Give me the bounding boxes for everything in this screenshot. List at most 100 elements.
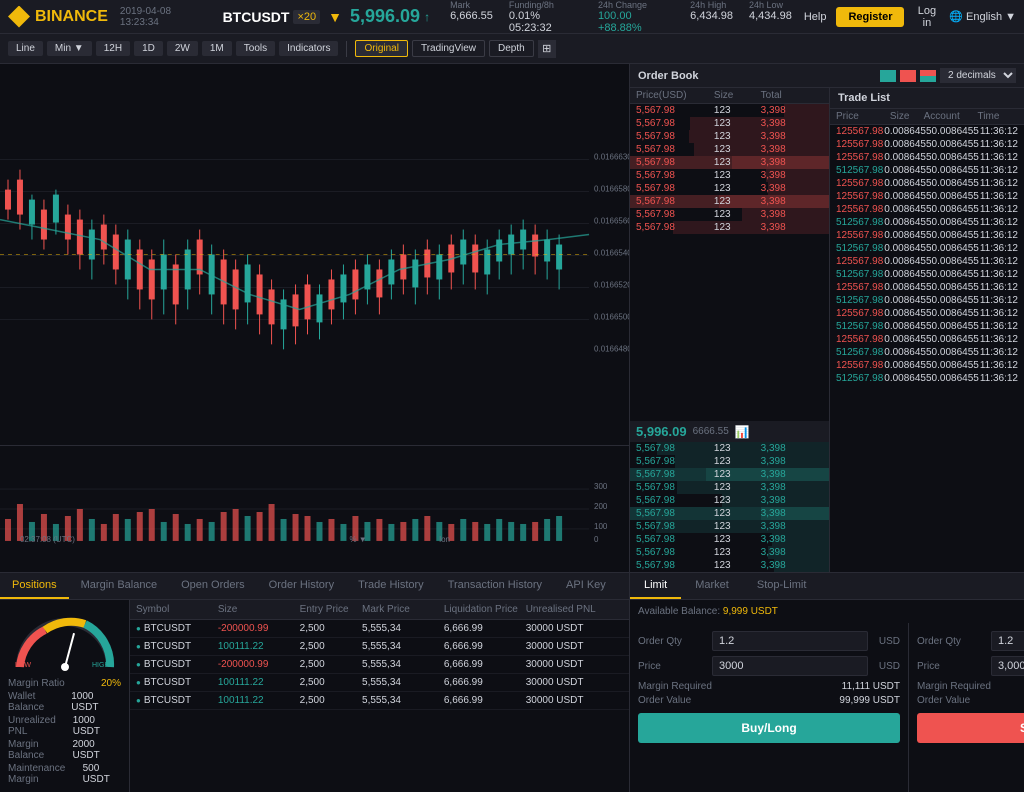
register-button[interactable]: Register bbox=[836, 7, 904, 27]
sell-qty-input[interactable] bbox=[991, 631, 1024, 651]
depth-button[interactable]: Depth bbox=[489, 40, 534, 57]
ob-bid-row[interactable]: 5,567.98 123 3,398 bbox=[630, 507, 829, 520]
tl-row: 512567.98 0.0086455 0.0086455 11:36:12 bbox=[830, 164, 1024, 177]
order-book-header: Order Book 2 decimals bbox=[630, 64, 1024, 88]
globe-icon: 🌐 bbox=[949, 10, 963, 23]
expand-icon[interactable]: ⊞ bbox=[538, 40, 556, 58]
ob-ask-row[interactable]: 5,567.98 123 3,398 bbox=[630, 195, 829, 208]
mark-stat: Mark 6,666.55 bbox=[450, 0, 493, 34]
low-stat: 24h Low 4,434.98 bbox=[749, 0, 792, 34]
svg-text:0.01665800: 0.01665800 bbox=[594, 185, 629, 194]
bottom-right: LimitMarketStop-Limit Available Balance:… bbox=[630, 573, 1024, 792]
logo-text: BINANCE bbox=[35, 8, 108, 26]
gauge-svg: LOW HIGH bbox=[10, 612, 120, 672]
margin-balance-row: Margin Balance 2000 USDT bbox=[8, 739, 121, 761]
ob-price-header: Price(USD) bbox=[636, 90, 714, 101]
ob-ask-row[interactable]: 5,567.98 123 3,398 bbox=[630, 156, 829, 169]
positions-rows: ●BTCUSDT -200000.99 2,500 5,555,34 6,666… bbox=[130, 620, 629, 710]
order-type-tab-market[interactable]: Market bbox=[681, 573, 743, 599]
ob-ask-row[interactable]: 5,567.98 123 3,398 bbox=[630, 221, 829, 234]
ob-bid-row[interactable]: 5,567.98 123 3,398 bbox=[630, 442, 829, 455]
ob-bid-row[interactable]: 5,567.98 123 3,398 bbox=[630, 559, 829, 572]
positions-left: LOW HIGH Margin Ratio 20% Wallet Balance… bbox=[0, 600, 130, 792]
bottom-tab-api-key[interactable]: API Key bbox=[554, 573, 618, 599]
svg-text:300: 300 bbox=[594, 482, 608, 491]
indicators-button[interactable]: Indicators bbox=[279, 41, 338, 56]
timestamp: 2019-04-08 13:23:34 bbox=[120, 6, 211, 28]
buy-price-input[interactable] bbox=[712, 656, 868, 676]
ob-ask-row[interactable]: 5,567.98 123 3,398 bbox=[630, 104, 829, 117]
order-type-tab-limit[interactable]: Limit bbox=[630, 573, 681, 599]
ob-ask-row[interactable]: 5,567.98 123 3,398 bbox=[630, 208, 829, 221]
tl-time-header: Time bbox=[978, 111, 1018, 122]
1d-button[interactable]: 1D bbox=[134, 41, 163, 56]
decimals-select[interactable]: 2 decimals bbox=[940, 68, 1016, 83]
sell-margin-info: Margin Required 11,111 USDT bbox=[917, 681, 1024, 692]
ob-ask-row[interactable]: 5,567.98 123 3,398 bbox=[630, 182, 829, 195]
order-type-tab-stop-limit[interactable]: Stop-Limit bbox=[743, 573, 821, 599]
order-book: Price(USD) Size Total 5,567.98 123 3,398… bbox=[630, 88, 830, 572]
buy-form: Order Qty USD Price USD Margin Required … bbox=[630, 623, 909, 792]
ob-bid-row[interactable]: 5,567.98 123 3,398 bbox=[630, 481, 829, 494]
sell-price-input[interactable] bbox=[991, 656, 1024, 676]
12h-button[interactable]: 12H bbox=[96, 41, 130, 56]
ob-bid-row[interactable]: 5,567.98 123 3,398 bbox=[630, 533, 829, 546]
ob-ask-row[interactable]: 5,567.98 123 3,398 bbox=[630, 169, 829, 182]
tools-button[interactable]: Tools bbox=[236, 41, 275, 56]
svg-text:0: 0 bbox=[594, 535, 599, 544]
tradingview-button[interactable]: TradingView bbox=[412, 40, 485, 57]
pt-header: Symbol Size Entry Price Mark Price Liqui… bbox=[130, 600, 629, 620]
bottom-tab-order-history[interactable]: Order History bbox=[257, 573, 346, 599]
ob-ask-row[interactable]: 5,567.98 123 3,398 bbox=[630, 143, 829, 156]
chart-toolbar: Line Min ▼ 12H 1D 2W 1M Tools Indicators… bbox=[0, 34, 1024, 64]
bottom-tab-transaction-history[interactable]: Transaction History bbox=[436, 573, 554, 599]
line-type-button[interactable]: Line bbox=[8, 41, 43, 56]
tl-row: 125567.98 0.0086455 0.0086455 11:36:12 bbox=[830, 333, 1024, 346]
bottom-tab-trade-history[interactable]: Trade History bbox=[346, 573, 436, 599]
1m-button[interactable]: 1M bbox=[202, 41, 232, 56]
buy-qty-input[interactable] bbox=[712, 631, 868, 651]
sell-short-button[interactable]: Sell/Short bbox=[917, 713, 1024, 743]
svg-text:HIGH: HIGH bbox=[92, 662, 110, 669]
ob-mid-price: 5,996.09 bbox=[636, 424, 687, 439]
svg-text:100: 100 bbox=[594, 522, 608, 531]
wallet-balance-row: Wallet Balance 1000 USDT bbox=[8, 691, 121, 713]
positions-table-row: ●BTCUSDT 100111.22 2,500 5,555,34 6,666.… bbox=[130, 674, 629, 692]
language-selector[interactable]: 🌐 English ▼ bbox=[949, 10, 1016, 23]
tl-row: 125567.98 0.0086455 0.0086455 11:36:12 bbox=[830, 229, 1024, 242]
ob-view-btn-3[interactable] bbox=[920, 70, 936, 82]
ob-bid-row[interactable]: 5,567.98 123 3,398 bbox=[630, 455, 829, 468]
ob-col-headers: Price(USD) Size Total bbox=[630, 88, 829, 104]
ob-view-btn-1[interactable] bbox=[880, 70, 896, 82]
login-button[interactable]: Log in bbox=[914, 5, 939, 29]
ob-ask-row[interactable]: 5,567.98 123 3,398 bbox=[630, 130, 829, 143]
positions-table-row: ●BTCUSDT 100111.22 2,500 5,555,34 6,666.… bbox=[130, 638, 629, 656]
min-interval-button[interactable]: Min ▼ bbox=[47, 41, 92, 56]
toolbar-separator bbox=[346, 41, 347, 57]
tl-size-header: Size bbox=[890, 111, 924, 122]
svg-text:0.01665000: 0.01665000 bbox=[594, 312, 629, 321]
tl-row: 125567.98 0.0086455 0.0086455 11:36:12 bbox=[830, 151, 1024, 164]
bottom-tab-positions[interactable]: Positions bbox=[0, 573, 69, 599]
tl-row: 125567.98 0.0086455 0.0086455 11:36:12 bbox=[830, 138, 1024, 151]
ob-mid-mark: 6666.55 bbox=[693, 426, 729, 437]
order-forms: Order Qty USD Price USD Margin Required … bbox=[630, 623, 1024, 792]
svg-text:02:37:08 (UTC): 02:37:08 (UTC) bbox=[20, 535, 75, 544]
bottom-tab-open-orders[interactable]: Open Orders bbox=[169, 573, 257, 599]
tl-row: 512567.98 0.0086455 0.0086455 11:36:12 bbox=[830, 372, 1024, 385]
ob-bid-row[interactable]: 5,567.98 123 3,398 bbox=[630, 546, 829, 559]
tl-account-header: Account bbox=[924, 111, 978, 122]
help-button[interactable]: Help bbox=[804, 11, 827, 23]
ob-view-btn-2[interactable] bbox=[900, 70, 916, 82]
2w-button[interactable]: 2W bbox=[167, 41, 198, 56]
ob-bid-row[interactable]: 5,567.98 123 3,398 bbox=[630, 520, 829, 533]
candlestick-chart: 0.01666300 0.01665800 0.01665600 0.01665… bbox=[0, 64, 629, 445]
ob-bid-row[interactable]: 5,567.98 123 3,398 bbox=[630, 468, 829, 481]
positions-stats: Margin Ratio 20% Wallet Balance 1000 USD… bbox=[8, 678, 121, 785]
tl-rows: 125567.98 0.0086455 0.0086455 11:36:12 1… bbox=[830, 125, 1024, 572]
original-view-button[interactable]: Original bbox=[355, 40, 407, 57]
buy-long-button[interactable]: Buy/Long bbox=[638, 713, 900, 743]
bottom-tab-margin-balance[interactable]: Margin Balance bbox=[69, 573, 169, 599]
ob-bid-row[interactable]: 5,567.98 123 3,398 bbox=[630, 494, 829, 507]
ob-ask-row[interactable]: 5,567.98 123 3,398 bbox=[630, 117, 829, 130]
